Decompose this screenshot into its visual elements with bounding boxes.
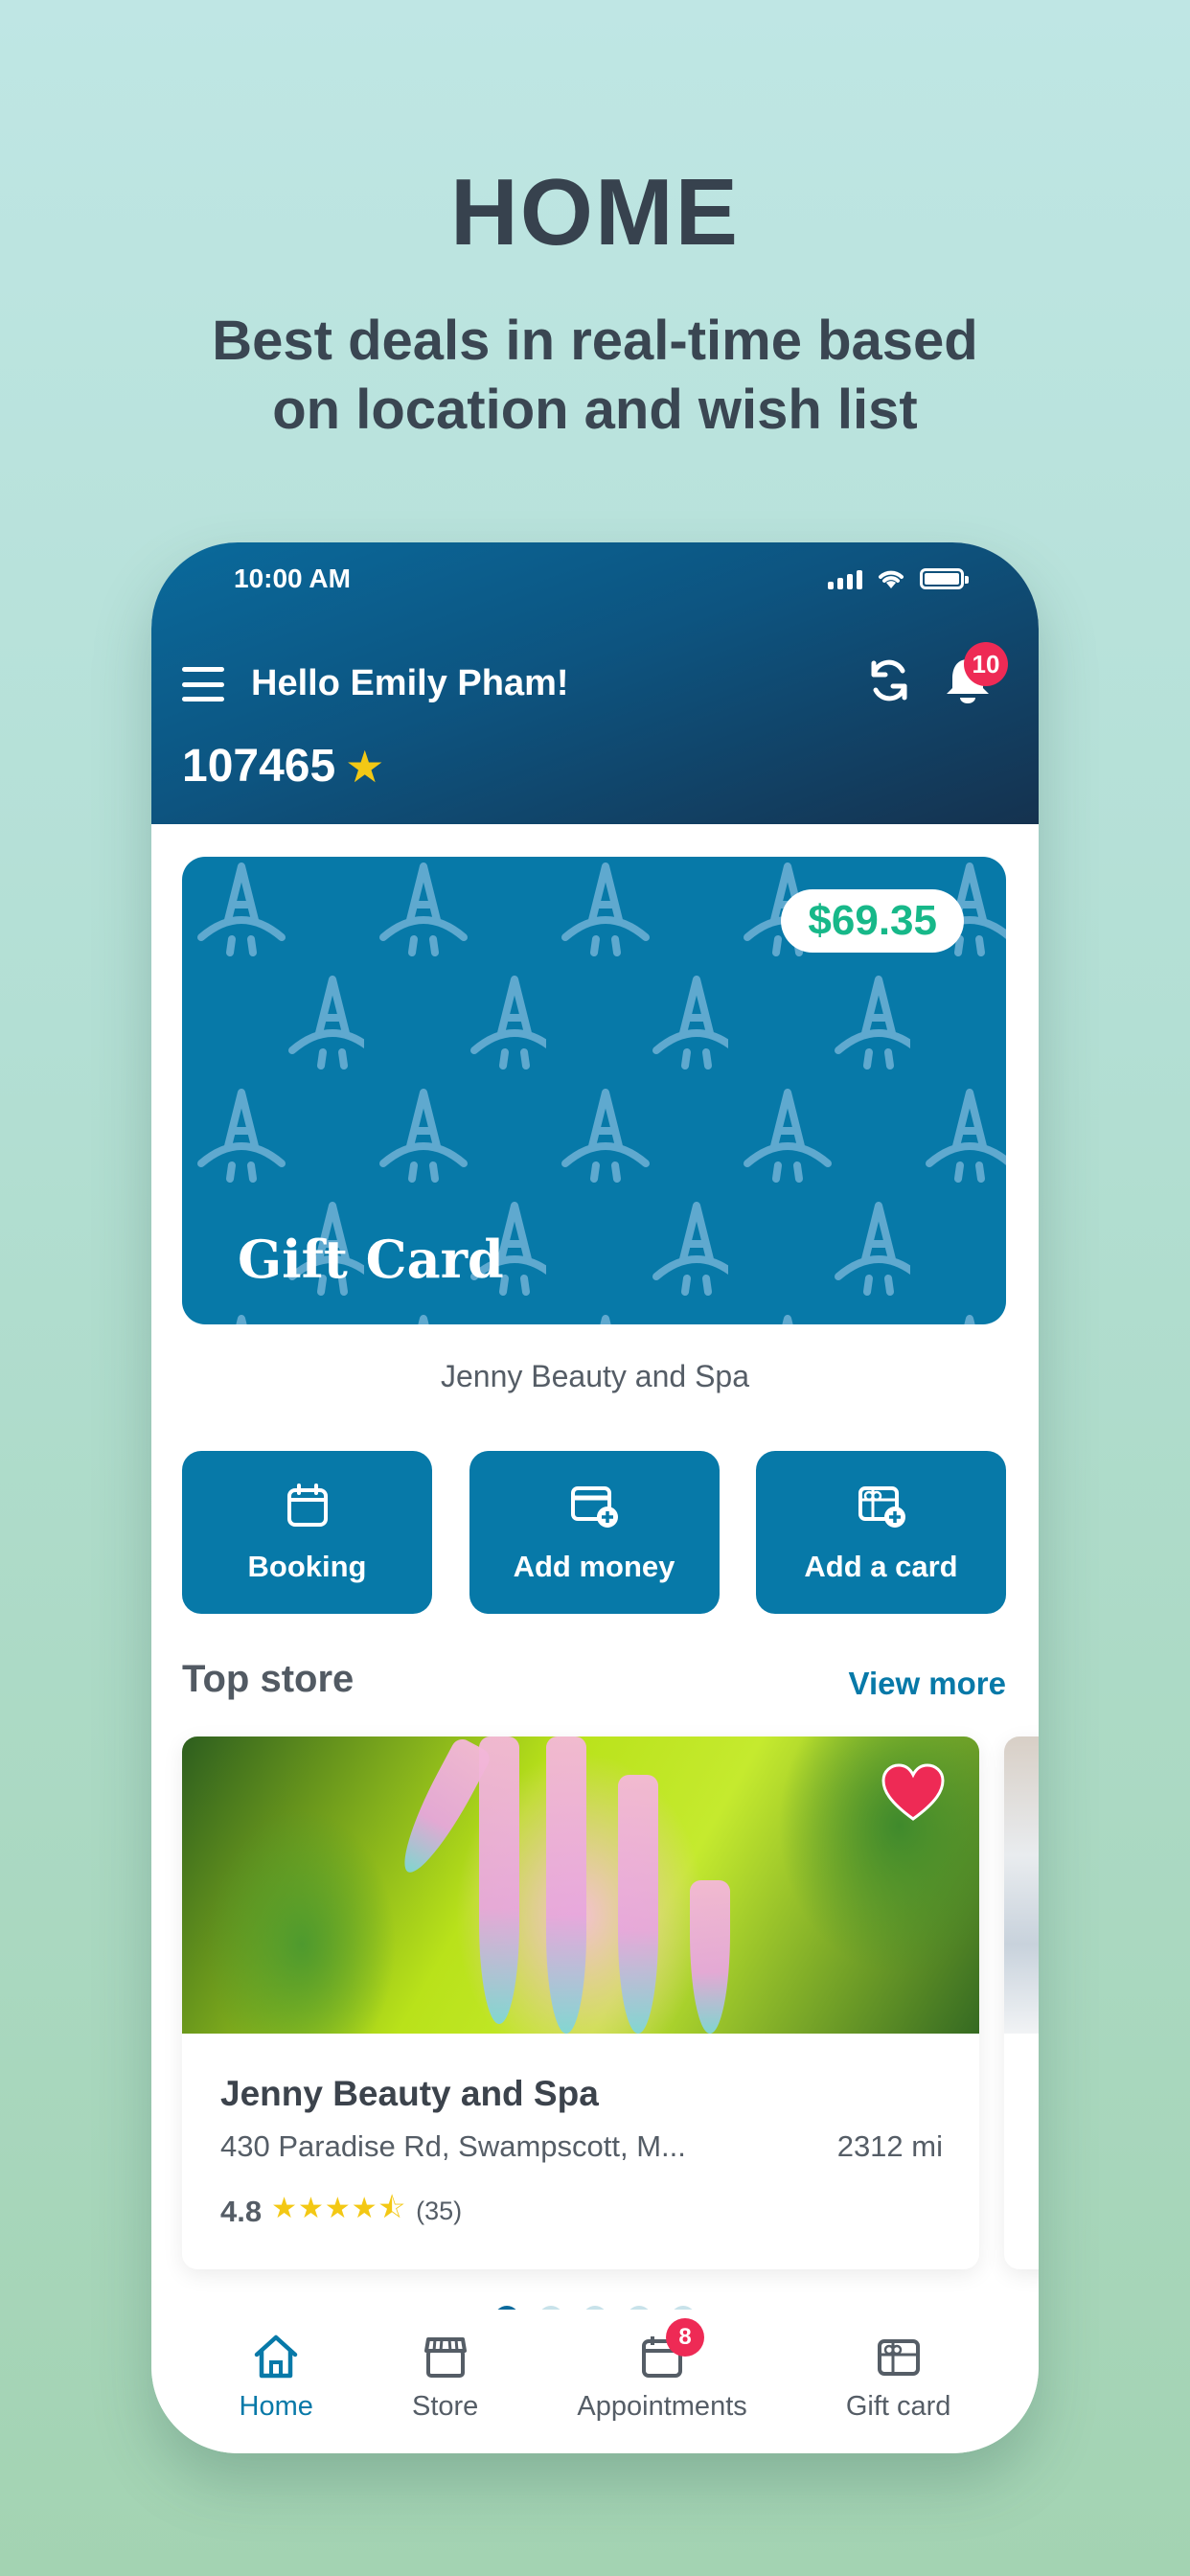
nav-store-label: Store [412,2390,479,2422]
store-rating: 4.8 ★★★★⯪ (35) [220,2187,462,2236]
status-time: 10:00 AM [234,564,351,593]
points-balance: 107465 ★ [182,740,384,793]
signal-icon [828,568,862,589]
promo-subtitle-line1: Best deals in real-time based [212,310,978,372]
nav-appointments-label: Appointments [577,2390,747,2422]
bottom-nav: Home Store 8 Appointments Gift card [151,2310,1039,2453]
nav-home-label: Home [239,2390,313,2422]
store-icon [423,2336,467,2378]
app-header: 10:00 AM Hello Emily Pham! 107465 ★ 10 [151,542,1039,824]
store-address: 430 Paradise Rd, Swampscott, M... [220,2129,686,2163]
nav-appointments[interactable]: 8 Appointments [577,2317,747,2423]
add-card-button[interactable]: Add a card [756,1451,1006,1614]
star-icon: ★ [345,741,385,792]
gift-card-balance: $69.35 [781,889,964,953]
promo-title: HOME [450,159,740,264]
home-icon [254,2334,298,2378]
card-add-icon [571,1486,618,1528]
store-card[interactable]: Jenny Beauty and Spa 430 Paradise Rd, Sw… [182,1736,979,2269]
rating-value: 4.8 [220,2194,263,2228]
points-value: 107465 [182,741,336,792]
gift-card-add-icon [858,1486,905,1528]
appointments-badge: 8 [666,2317,705,2357]
promo-subtitle: Best deals in real-time based on locatio… [0,307,1190,445]
heart-icon[interactable] [880,1761,947,1823]
gift-card-store-name: Jenny Beauty and Spa [440,1359,749,1393]
nav-gift-card[interactable]: Gift card [845,2332,951,2423]
hamburger-menu-icon[interactable] [182,667,224,702]
status-icons [828,567,969,590]
phone-screen: 10:00 AM Hello Emily Pham! 107465 ★ 10 $… [151,542,1039,2453]
add-money-button[interactable]: Add money [469,1451,720,1614]
wifi-icon [879,570,904,588]
top-store-title: Top store [182,1658,355,1700]
add-card-label: Add a card [804,1550,958,1583]
store-image [182,1736,979,2034]
greeting: Hello Emily Pham! [251,663,569,703]
store-distance: 2312 mi [836,2129,943,2163]
notification-badge: 10 [964,642,1008,686]
nav-gift-card-label: Gift card [845,2390,951,2422]
quick-actions: Booking Add money Add a card [182,1451,1006,1614]
gift-card-label: Gift Card [238,1229,504,1290]
gift-card[interactable]: $69.35 Gift Card [182,857,1006,1324]
battery-icon [920,568,969,589]
rating-stars-icon: ★★★★⯪ [271,2193,407,2224]
nav-store[interactable]: Store [412,2332,478,2423]
view-more-link[interactable]: View more [849,1666,1006,1702]
add-money-label: Add money [513,1550,675,1583]
promo-subtitle-line2: on location and wish list [272,379,918,441]
gift-card-icon [877,2338,920,2376]
nav-home[interactable]: Home [240,2332,313,2423]
store-image-next [1004,1736,1039,2034]
refresh-icon[interactable] [862,654,916,707]
booking-button[interactable]: Booking [182,1451,432,1614]
calendar-icon [286,1484,328,1527]
review-count: (35) [416,2196,463,2225]
store-name: Jenny Beauty and Spa [220,2074,599,2113]
booking-label: Booking [247,1550,367,1583]
store-card-next[interactable] [1004,1736,1039,2269]
